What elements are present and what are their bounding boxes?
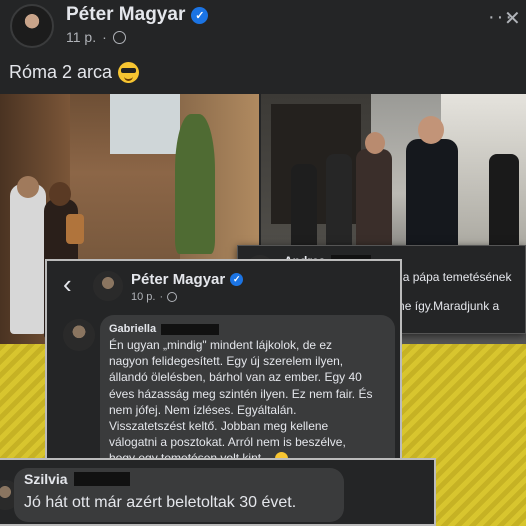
globe-icon (167, 292, 178, 302)
inner-author-avatar[interactable] (93, 271, 123, 301)
post-meta: 11 p. · (66, 29, 126, 45)
author-avatar[interactable] (10, 4, 54, 48)
comment-card-szilvia: Szilvia Jó hát ott már azért beletoltak … (0, 458, 436, 526)
post-caption: Róma 2 arca (9, 62, 113, 82)
verified-badge-icon: ✓ (191, 6, 209, 24)
inner-post-meta: 10 p. · (131, 291, 178, 303)
inner-post-author-name[interactable]: Péter Magyar (131, 271, 225, 288)
post-time[interactable]: 11 p. (66, 29, 96, 45)
smiling-face-with-sunglasses-icon (118, 62, 140, 83)
comment-author-name[interactable]: Gabriella (109, 323, 156, 335)
comment-line: nagyon felidegesített. Egy új szerelem i… (109, 354, 344, 369)
post-author[interactable]: Péter Magyar ✓ (66, 4, 209, 26)
inner-post-author[interactable]: Péter Magyar ✓ (131, 271, 244, 288)
comment-body: Jó hát ott már azért beletoltak 30 évet. (24, 494, 297, 511)
post-text: Róma 2 arca (9, 62, 140, 83)
verified-badge-icon: ✓ (230, 273, 244, 286)
meta-separator: · (159, 291, 164, 303)
comment-card-gabriella: ‹ Péter Magyar ✓ 10 p. · Gabriella Én ug… (45, 259, 402, 479)
inner-post-time[interactable]: 10 p. (131, 291, 155, 303)
comment-author[interactable]: Gabriella (109, 323, 220, 335)
comment-body: Én ugyan „mindig" mindent lájkolok, de e… (109, 337, 391, 467)
globe-icon (112, 30, 126, 44)
meta-separator: · (102, 29, 107, 45)
name-redaction (161, 323, 220, 335)
comment-author[interactable]: Szilvia (24, 471, 130, 487)
comment-line: éves házasság meg szintén ilyen. Ez nem … (109, 386, 373, 401)
close-button[interactable]: ✕ (504, 6, 521, 31)
comment-line: állandó ölelésben, bárhol van az ember. … (109, 370, 362, 385)
post-author-name[interactable]: Péter Magyar (66, 4, 185, 26)
comment-line: Én ugyan „mindig" mindent lájkolok, de e… (109, 338, 333, 352)
commenter-avatar[interactable] (63, 319, 95, 351)
name-redaction (73, 472, 130, 486)
back-button[interactable]: ‹ (63, 269, 72, 300)
comment-author-name[interactable]: Szilvia (24, 471, 68, 487)
comment-line: Visszatetszést keltő. Jobban meg kellene (109, 419, 329, 434)
comment-line: válogatni a posztokat. Arról nem is besz… (109, 435, 346, 450)
comment-line: nem jófej. Nem ízléses. Egyáltalán. (109, 402, 297, 417)
